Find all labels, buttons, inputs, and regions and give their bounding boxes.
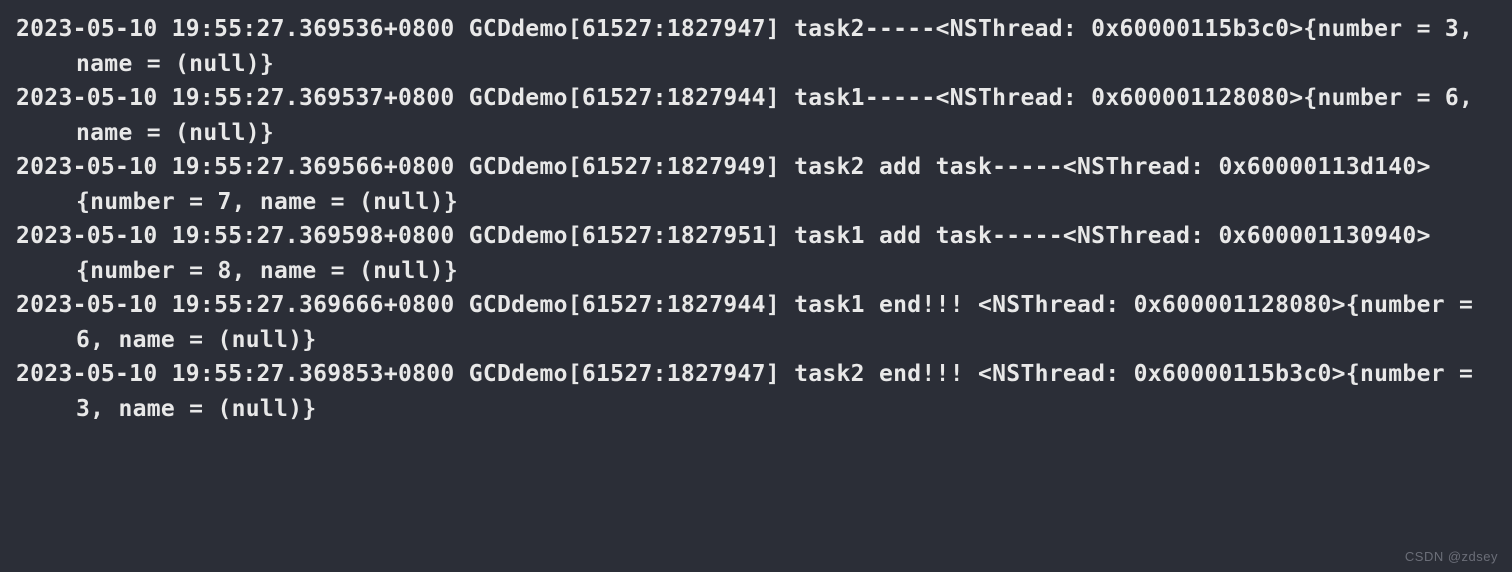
log-line: 2023-05-10 19:55:27.369537+0800 GCDdemo[…	[16, 81, 1496, 150]
log-line: 2023-05-10 19:55:27.369666+0800 GCDdemo[…	[16, 288, 1496, 357]
watermark: CSDN @zdsey	[1405, 549, 1498, 564]
log-line: 2023-05-10 19:55:27.369566+0800 GCDdemo[…	[16, 150, 1496, 219]
log-line: 2023-05-10 19:55:27.369853+0800 GCDdemo[…	[16, 357, 1496, 426]
log-line: 2023-05-10 19:55:27.369598+0800 GCDdemo[…	[16, 219, 1496, 288]
log-line: 2023-05-10 19:55:27.369536+0800 GCDdemo[…	[16, 12, 1496, 81]
console-output[interactable]: 2023-05-10 19:55:27.369536+0800 GCDdemo[…	[0, 0, 1512, 438]
